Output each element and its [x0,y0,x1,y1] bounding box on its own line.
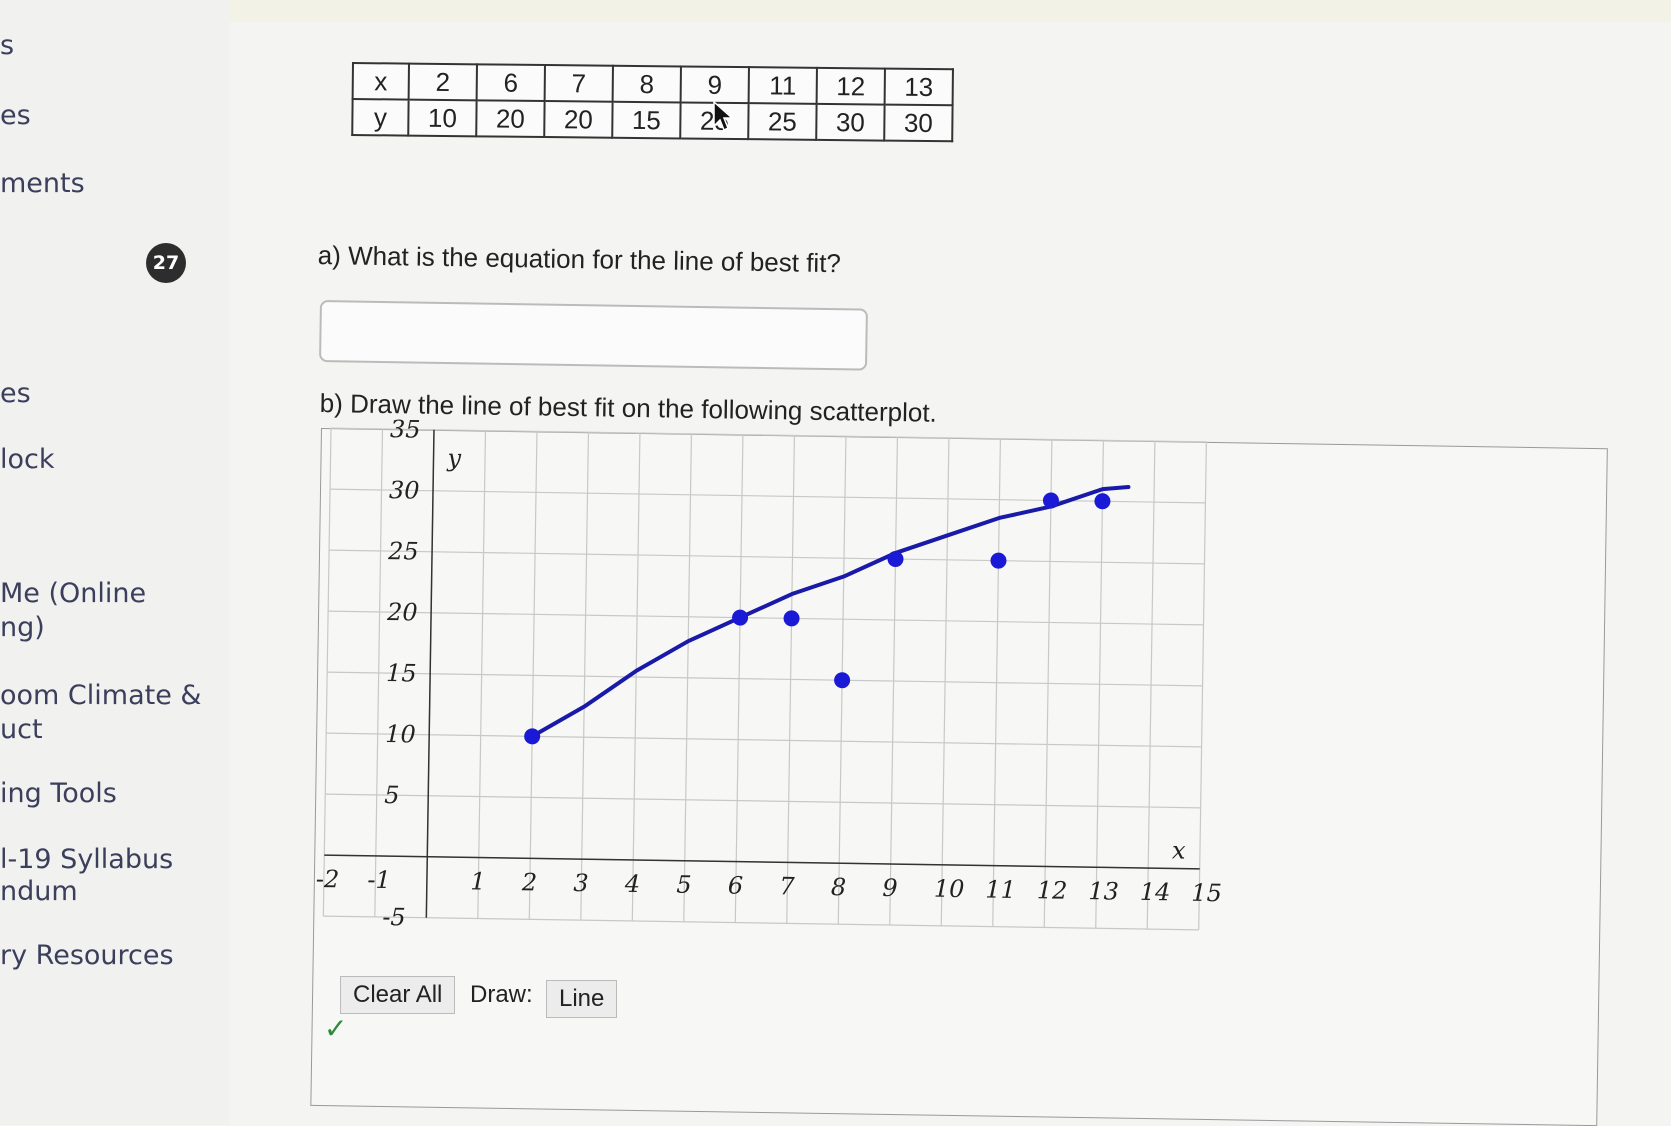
x-tick-label: 8 [831,873,847,901]
x-cell: 7 [544,65,613,102]
y-cell: 30 [816,103,885,141]
x-cell: 12 [816,67,885,105]
data-point [1094,493,1111,510]
x-cell: 2 [408,63,477,101]
y-tick-label: 15 [386,659,417,687]
x-tick-label: 2 [521,868,538,896]
y-tick-label: -5 [382,903,406,931]
sidebar-item-11[interactable]: ndum [0,876,78,908]
x-tick-label: 3 [573,869,589,897]
y-axis-label: y [446,444,461,472]
data-point [524,728,541,745]
x-tick-label: 10 [934,875,965,903]
y-cell: 20 [476,100,545,138]
data-point [783,610,800,627]
x-tick-label: 1 [470,867,486,895]
x-axis-label: x [1172,836,1186,864]
x-cell: 11 [748,67,817,104]
sidebar-item-3[interactable]: es [0,378,31,410]
equation-answer-input[interactable] [319,300,868,371]
course-sidebar: s es ments es lock Me (Online ng) oom Cl… [0,0,230,1125]
x-tick-label: 13 [1088,877,1119,905]
sidebar-item-7[interactable]: oom Climate & [0,680,201,712]
sidebar-item-12[interactable]: ry Resources [0,940,174,972]
data-point [732,609,749,626]
y-cell: 10 [408,99,477,137]
x-axis [324,854,1200,870]
top-band [230,0,1671,22]
data-table: x 2 6 7 8 9 11 12 13 y 10 20 20 15 25 25… [351,62,954,142]
question-number-badge: 27 [146,243,186,283]
y-row: y 10 20 20 15 25 25 30 30 [352,99,953,142]
y-header: y [352,99,409,136]
grid-line-horizontal [330,488,1206,504]
grid-line-horizontal [327,671,1203,687]
y-tick-label: 30 [389,476,420,504]
y-tick-label: 10 [385,720,416,748]
x-tick-label: 7 [779,872,795,900]
x-cell: 9 [680,66,749,104]
y-tick-label: 35 [390,415,421,443]
x-tick-label: -1 [367,866,391,894]
x-tick-label: 14 [1140,878,1171,906]
scatterplot[interactable]: -2 -1 1 2 3 4 5 6 7 8 9 10 11 12 13 14 153530252015105-5… [312,415,1521,1007]
x-tick-label: 6 [728,871,744,899]
grid-line-horizontal [323,915,1199,931]
y-cell: 30 [884,104,953,142]
data-point [887,551,904,568]
grid-line-horizontal [328,610,1204,626]
draw-mode-line-button[interactable]: Line [546,980,618,1018]
y-cell: 15 [612,101,681,139]
sidebar-item-10[interactable]: l-19 Syllabus [0,844,173,876]
sidebar-item-8[interactable]: uct [0,714,43,746]
x-cell: 13 [884,68,953,106]
x-tick-label: 9 [882,874,898,902]
x-tick-label: 12 [1037,876,1068,904]
y-tick-label: 5 [384,781,400,809]
mouse-pointer-icon [713,100,734,132]
y-tick-label: 20 [386,598,418,626]
grid-lines [322,427,1207,931]
y-tick-label: 25 [387,537,419,565]
sidebar-item-4[interactable]: lock [0,444,55,476]
sidebar-item-6[interactable]: ng) [0,612,45,644]
y-cell: 25 [748,103,817,140]
x-tick-label: 15 [1191,879,1222,907]
x-tick-label: -2 [316,865,340,893]
x-cell: 8 [612,65,681,103]
x-cell: 6 [476,64,545,102]
sidebar-item-9[interactable]: ing Tools [0,778,117,810]
x-header: x [352,63,409,100]
checkmark-icon: ✓ [324,1012,348,1045]
x-tick-label: 11 [985,875,1016,903]
sidebar-item-0[interactable]: s [0,30,14,62]
draw-label: Draw: [470,981,533,1008]
grid-line-horizontal [325,793,1201,809]
x-row: x 2 6 7 8 9 11 12 13 [352,63,953,106]
clear-all-button[interactable]: Clear All [340,976,456,1014]
grid-line-horizontal [326,732,1202,748]
sidebar-item-2[interactable]: ments [0,168,85,200]
grid-line-horizontal [330,427,1207,443]
sidebar-item-5[interactable]: Me (Online [0,578,146,610]
data-point [834,672,851,689]
drawn-best-fit-line[interactable] [530,478,1131,746]
part-a-prompt: a) What is the equation for the line of … [317,240,842,279]
grid-line-horizontal [329,549,1205,565]
data-point [990,552,1007,569]
x-tick-label: 4 [624,870,641,898]
y-cell: 20 [544,101,613,138]
x-tick-label: 5 [676,871,692,899]
sidebar-item-1[interactable]: es [0,100,31,132]
